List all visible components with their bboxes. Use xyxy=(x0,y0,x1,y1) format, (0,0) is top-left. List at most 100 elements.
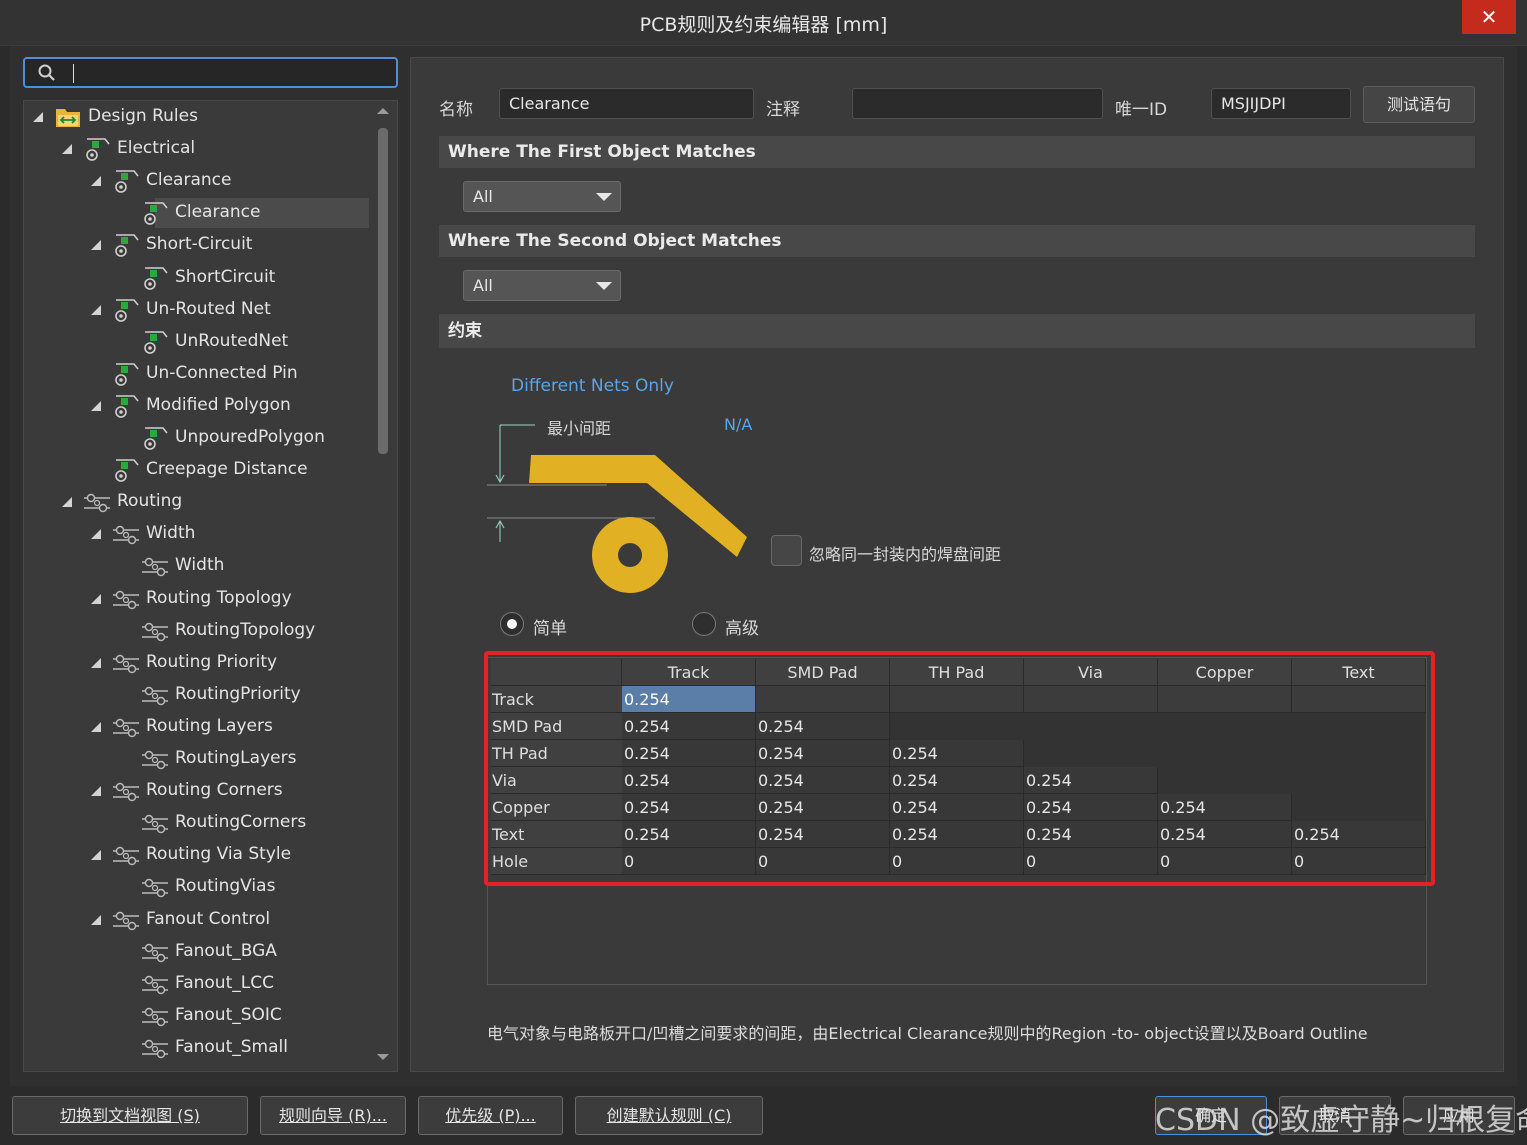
expand-triangle-icon[interactable] xyxy=(90,914,102,926)
tree-item-label: Un-Connected Pin xyxy=(146,362,298,383)
tree-item[interactable]: RoutingPriority xyxy=(24,679,379,709)
tree-item-label: Fanout_LCC xyxy=(175,972,274,993)
ignore-pads-checkbox[interactable] xyxy=(771,535,802,566)
uid-label: 唯一ID xyxy=(1115,100,1168,120)
tree-item[interactable]: Routing Topology xyxy=(24,583,379,613)
electrical-rule-icon xyxy=(144,330,168,354)
expand-triangle-icon[interactable] xyxy=(61,496,73,508)
tree-item-label: ShortCircuit xyxy=(175,266,276,287)
tree-item[interactable]: Width xyxy=(24,518,379,548)
electrical-rule-icon xyxy=(86,138,110,161)
expand-triangle-icon[interactable] xyxy=(32,111,44,123)
tree-item[interactable]: Fanout_LCC xyxy=(24,968,379,998)
uid-field[interactable]: MSJIJDPI xyxy=(1211,88,1351,119)
expand-triangle-icon[interactable] xyxy=(90,657,102,669)
routing-rule-icon xyxy=(113,847,139,866)
tree-item[interactable]: Fanout Control xyxy=(24,904,379,934)
tree-item[interactable]: Fanout_SOIC xyxy=(24,1000,379,1030)
name-field[interactable]: Clearance xyxy=(499,88,754,119)
mode-advanced-radio[interactable] xyxy=(692,612,716,636)
expand-triangle-icon[interactable] xyxy=(90,593,102,605)
tree-item[interactable]: Short-Circuit xyxy=(24,229,379,259)
first-match-dropdown[interactable]: All xyxy=(463,181,621,212)
priority-button[interactable]: 优先级 (P)... xyxy=(418,1096,563,1135)
routing-rule-icon xyxy=(142,943,168,962)
tree-item[interactable]: Routing Priority xyxy=(24,647,379,677)
expand-triangle-icon[interactable] xyxy=(61,143,73,155)
expand-triangle-icon[interactable] xyxy=(90,849,102,861)
tree-item[interactable]: Design Rules xyxy=(24,101,379,131)
tree-item[interactable]: Width xyxy=(24,550,379,580)
test-query-button[interactable]: 测试语句 xyxy=(1363,86,1475,123)
tree-item-label: RoutingTopology xyxy=(175,619,316,640)
expand-triangle-icon[interactable] xyxy=(90,528,102,540)
tree-item-label: Routing xyxy=(117,491,183,512)
expand-triangle-icon[interactable] xyxy=(90,785,102,797)
expand-triangle-icon[interactable] xyxy=(90,239,102,251)
electrical-rule-icon xyxy=(115,170,139,193)
routing-rule-icon xyxy=(142,686,168,705)
tree-item[interactable]: Clearance xyxy=(24,197,379,229)
routing-rule-icon xyxy=(142,814,168,834)
routing-rule-icon xyxy=(142,975,168,994)
expand-triangle-icon[interactable] xyxy=(90,175,102,187)
routing-rule-icon xyxy=(142,558,168,577)
tree-item-label: Routing Via Style xyxy=(146,844,292,865)
second-match-header: Where The Second Object Matches xyxy=(439,225,1475,257)
switch-doc-view-button[interactable]: 切换到文档视图 (S) xyxy=(12,1096,248,1135)
tree-scrollbar-thumb[interactable] xyxy=(378,128,388,454)
tree-item[interactable]: Electrical xyxy=(24,133,379,163)
tree-item[interactable]: Fanout_BGA xyxy=(24,936,379,966)
tree-item-label: Width xyxy=(146,523,196,544)
tree-item[interactable]: Modified Polygon xyxy=(24,390,379,420)
expand-triangle-icon[interactable] xyxy=(90,304,102,316)
comment-field[interactable] xyxy=(852,88,1103,119)
second-match-dropdown[interactable]: All xyxy=(463,270,621,301)
mode-simple-radio[interactable] xyxy=(500,612,524,636)
tree-item-label: Short-Circuit xyxy=(146,234,253,255)
tree-item[interactable]: Un-Connected Pin xyxy=(24,358,379,388)
tree-item[interactable]: RoutingLayers xyxy=(24,743,379,773)
watermark: CSDN @致虚守静~归根复命 xyxy=(1155,1103,1527,1138)
tree-item[interactable]: UnpouredPolygon xyxy=(24,422,379,452)
create-default-rules-button[interactable]: 创建默认规则 (C) xyxy=(575,1096,763,1135)
tree-item-label: Routing Corners xyxy=(146,780,283,801)
tree-item-label: RoutingCorners xyxy=(175,812,307,833)
tree-item[interactable]: RoutingVias xyxy=(24,871,379,901)
tree-item-label: Routing Priority xyxy=(146,651,278,672)
scroll-up-icon[interactable] xyxy=(376,106,390,116)
close-button[interactable]: ✕ xyxy=(1462,0,1516,34)
tree-item[interactable]: Routing Via Style xyxy=(24,839,379,869)
first-match-value: All xyxy=(473,187,493,206)
tree-item[interactable]: RoutingTopology xyxy=(24,615,379,645)
tree-item[interactable]: ShortCircuit xyxy=(24,262,379,292)
tree-item[interactable]: Clearance xyxy=(24,165,379,195)
expand-triangle-icon[interactable] xyxy=(90,400,102,412)
rule-search-input[interactable] xyxy=(23,57,398,88)
tree-scrollbar[interactable] xyxy=(376,106,390,1068)
expand-triangle-icon[interactable] xyxy=(90,721,102,733)
ignore-pads-label: 忽略同一封装内的焊盘间距 xyxy=(809,545,1002,564)
tree-item[interactable]: Creepage Distance xyxy=(24,454,379,484)
radio-selected-dot xyxy=(507,619,517,629)
tree-item[interactable]: Un-Routed Net xyxy=(24,294,379,324)
tree-item[interactable]: RoutingCorners xyxy=(24,807,379,837)
rule-wizard-button[interactable]: 规则向导 (R)... xyxy=(260,1096,406,1135)
folder-rules-icon xyxy=(56,109,80,127)
routing-rule-icon xyxy=(142,1039,168,1059)
tree-item-label: Electrical xyxy=(117,138,196,159)
routing-rule-icon xyxy=(113,654,139,673)
scroll-down-icon[interactable] xyxy=(376,1052,390,1062)
tree-item[interactable]: Routing Corners xyxy=(24,775,379,805)
tree-item[interactable]: UnRoutedNet xyxy=(24,326,379,356)
tree-item[interactable]: Fanout_Small xyxy=(24,1032,379,1062)
tree-item-label: Fanout_BGA xyxy=(175,940,277,961)
net-scope-link[interactable]: Different Nets Only xyxy=(511,376,674,396)
name-label: 名称 xyxy=(439,100,473,120)
comment-label: 注释 xyxy=(766,100,800,120)
rules-tree[interactable]: Design Rules Electrical Clearance Clearance… xyxy=(23,100,398,1072)
tree-item[interactable]: Routing xyxy=(24,486,379,516)
clearance-diagram xyxy=(487,424,747,593)
electrical-rule-icon xyxy=(144,427,168,450)
tree-item[interactable]: Routing Layers xyxy=(24,711,379,741)
